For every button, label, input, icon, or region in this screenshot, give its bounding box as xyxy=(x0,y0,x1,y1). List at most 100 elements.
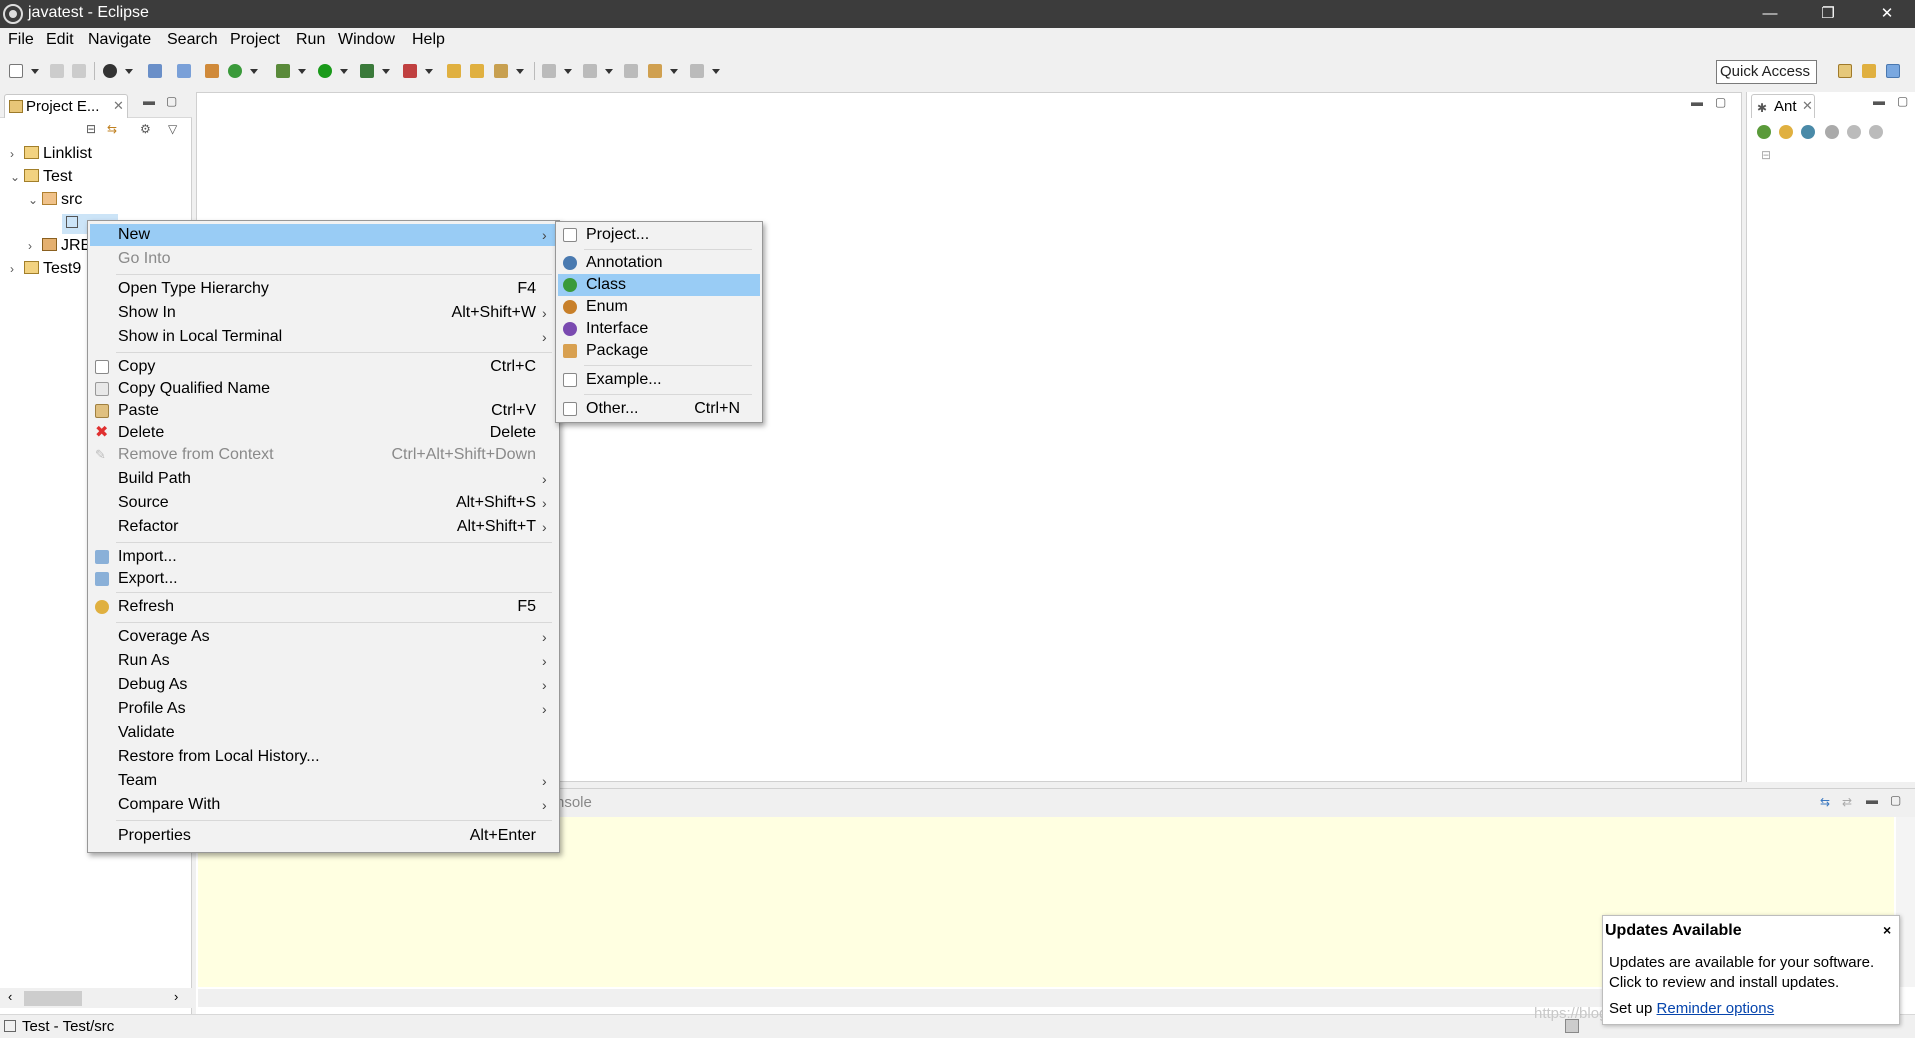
expand-icon[interactable]: › xyxy=(10,147,24,161)
menu-window[interactable]: Window xyxy=(338,31,395,49)
view-menu-icon[interactable]: ▽ xyxy=(168,122,177,136)
run-dropdown-icon[interactable] xyxy=(340,69,348,74)
menu-item-profile-as[interactable]: Profile As › xyxy=(90,698,556,720)
search-dropdown-icon[interactable] xyxy=(516,69,524,74)
new-class-icon[interactable] xyxy=(228,64,242,78)
minimize-view-icon[interactable]: ▬ xyxy=(1873,94,1885,108)
collapse-icon[interactable]: ⌄ xyxy=(10,170,24,184)
new-class-dropdown-icon[interactable] xyxy=(250,69,258,74)
menu-item-compare-with[interactable]: Compare With › xyxy=(90,794,556,816)
debug-icon[interactable] xyxy=(276,64,290,78)
collapse-all-icon[interactable]: ⊟ xyxy=(86,122,96,136)
menu-edit[interactable]: Edit xyxy=(46,31,74,49)
menu-navigate[interactable]: Navigate xyxy=(88,31,151,49)
run-target-icon[interactable] xyxy=(1825,125,1839,139)
maximize-editor-icon[interactable]: ▢ xyxy=(1715,95,1726,109)
add-buildfile-icon[interactable] xyxy=(1757,125,1771,139)
collapse-icon[interactable]: ⊟ xyxy=(1761,148,1771,162)
minimize-view-icon[interactable]: ▬ xyxy=(143,94,155,108)
minimize-editor-icon[interactable]: ▬ xyxy=(1691,95,1703,109)
menu-item-export[interactable]: Export... xyxy=(90,568,556,590)
menu-item-paste[interactable]: Paste Ctrl+V xyxy=(90,400,556,422)
tab-ant[interactable]: ✱ Ant ✕ xyxy=(1751,94,1815,118)
forward-icon[interactable] xyxy=(690,64,704,78)
tab-project-explorer[interactable]: Project E... ✕ xyxy=(4,94,128,118)
next-annotation-icon[interactable] xyxy=(542,64,556,78)
console-options-icon[interactable]: ⇄ xyxy=(1842,795,1852,809)
menu-item-copy-qualified-name[interactable]: Copy Qualified Name xyxy=(90,378,556,400)
menu-item-open-type-hierarchy[interactable]: Open Type Hierarchy F4 xyxy=(90,278,556,300)
menu-item-refresh[interactable]: Refresh F5 xyxy=(90,596,556,618)
tree-item-jre[interactable]: › JRE xyxy=(28,237,91,257)
menu-item-source[interactable]: Source Alt+Shift+S › xyxy=(90,492,556,514)
next-annotation-dropdown-icon[interactable] xyxy=(564,69,572,74)
maximize-view-icon[interactable]: ▢ xyxy=(1897,94,1908,108)
menu-file[interactable]: File xyxy=(8,31,34,49)
submenu-item-other[interactable]: Other... Ctrl+N xyxy=(558,398,760,420)
minimize-button[interactable]: — xyxy=(1745,0,1795,28)
menu-item-new[interactable]: New › xyxy=(90,224,556,246)
forward-dropdown-icon[interactable] xyxy=(712,69,720,74)
menu-item-team[interactable]: Team › xyxy=(90,770,556,792)
tree-item-test9[interactable]: › Test9 xyxy=(10,260,81,280)
menu-item-import[interactable]: Import... xyxy=(90,546,556,568)
menu-search[interactable]: Search xyxy=(167,31,218,49)
restore-button[interactable]: ❐ xyxy=(1803,0,1853,28)
close-popup-button[interactable]: × xyxy=(1883,922,1891,938)
minimize-view-icon[interactable]: ▬ xyxy=(1866,793,1878,807)
tree-item-src[interactable]: ⌄ src xyxy=(28,191,82,211)
close-tab-icon[interactable]: ✕ xyxy=(1802,98,1813,114)
expand-icon[interactable]: › xyxy=(10,262,24,276)
maximize-view-icon[interactable]: ▢ xyxy=(1890,793,1901,807)
coverage-dropdown-icon[interactable] xyxy=(382,69,390,74)
menu-item-coverage-as[interactable]: Coverage As › xyxy=(90,626,556,648)
terminal-icon[interactable] xyxy=(148,64,162,78)
external-tools-icon[interactable] xyxy=(403,64,417,78)
horizontal-scrollbar[interactable]: ‹ › xyxy=(0,988,192,1008)
menu-run[interactable]: Run xyxy=(296,31,325,49)
menu-item-show-in-local-terminal[interactable]: Show in Local Terminal › xyxy=(90,326,556,348)
remove-icon[interactable] xyxy=(1847,125,1861,139)
menu-item-build-path[interactable]: Build Path › xyxy=(90,468,556,490)
search-buildfile-icon[interactable] xyxy=(1779,125,1793,139)
close-window-button[interactable]: ✕ xyxy=(1862,0,1912,28)
submenu-item-class[interactable]: Class xyxy=(558,274,760,296)
menu-project[interactable]: Project xyxy=(230,31,280,49)
scrollbar-thumb[interactable] xyxy=(24,991,82,1006)
popup-message-line1[interactable]: Updates are available for your software. xyxy=(1609,954,1874,971)
save-icon[interactable] xyxy=(50,64,64,78)
back-dropdown-icon[interactable] xyxy=(670,69,678,74)
close-tab-icon[interactable]: ✕ xyxy=(113,98,124,114)
java-ee-perspective-icon[interactable] xyxy=(1862,64,1876,78)
hide-targets-icon[interactable] xyxy=(1801,125,1815,139)
menu-item-delete[interactable]: ✖ Delete Delete xyxy=(90,422,556,444)
search-icon[interactable] xyxy=(494,64,508,78)
run-icon[interactable] xyxy=(318,64,332,78)
coverage-icon[interactable] xyxy=(360,64,374,78)
save-all-icon[interactable] xyxy=(72,64,86,78)
new-file-icon[interactable] xyxy=(9,64,23,78)
menu-item-run-as[interactable]: Run As › xyxy=(90,650,556,672)
java-perspective-icon[interactable] xyxy=(1886,64,1900,78)
menu-item-restore-local-history[interactable]: Restore from Local History... xyxy=(90,746,556,768)
menu-item-refactor[interactable]: Refactor Alt+Shift+T › xyxy=(90,516,556,538)
menu-item-debug-as[interactable]: Debug As › xyxy=(90,674,556,696)
link-with-editor-icon[interactable]: ⇆ xyxy=(107,122,117,136)
menu-help[interactable]: Help xyxy=(412,31,445,49)
remove-all-icon[interactable] xyxy=(1869,125,1883,139)
user-icon[interactable] xyxy=(103,64,117,78)
menu-item-validate[interactable]: Validate xyxy=(90,722,556,744)
open-perspective-icon[interactable] xyxy=(1838,64,1852,78)
open-console-icon[interactable]: ⇆ xyxy=(1820,795,1830,809)
filters-icon[interactable]: ⚙ xyxy=(140,122,151,136)
menu-item-show-in[interactable]: Show In Alt+Shift+W › xyxy=(90,302,556,324)
open-task-icon[interactable] xyxy=(470,64,484,78)
previous-annotation-icon[interactable] xyxy=(583,64,597,78)
toggle-breakpoint-icon[interactable] xyxy=(177,64,191,78)
tree-item-linklist[interactable]: › Linklist xyxy=(10,145,92,165)
reminder-options-link[interactable]: Reminder options xyxy=(1657,1000,1775,1017)
user-dropdown-icon[interactable] xyxy=(125,69,133,74)
tree-item-test[interactable]: ⌄ Test xyxy=(10,168,72,188)
submenu-item-annotation[interactable]: Annotation xyxy=(558,252,760,274)
previous-annotation-dropdown-icon[interactable] xyxy=(605,69,613,74)
